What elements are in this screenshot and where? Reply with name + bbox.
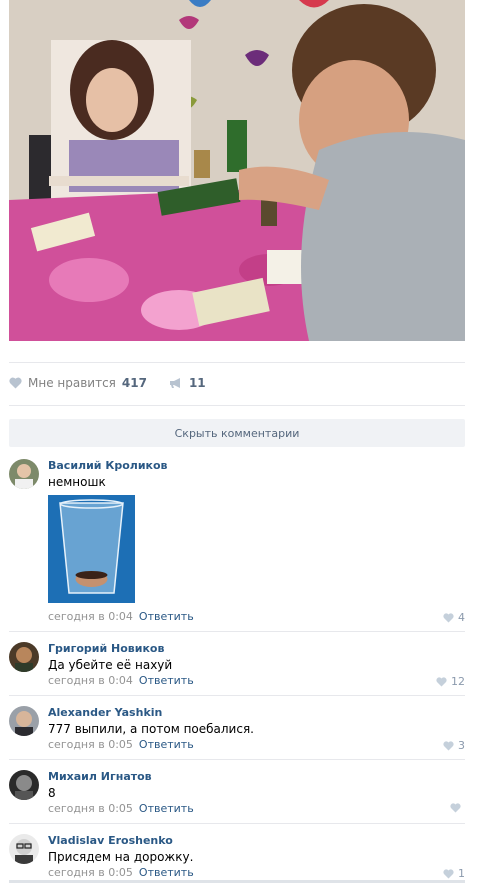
hide-comments-button[interactable]: Скрыть комментарии — [9, 419, 465, 447]
comment-text: Да убейте её нахуй — [48, 658, 173, 672]
avatar[interactable] — [9, 706, 39, 736]
comment-time[interactable]: сегодня в 0:05 — [48, 866, 133, 879]
hide-comments-label: Скрыть комментарии — [174, 426, 300, 440]
divider — [9, 362, 465, 363]
like-count: 417 — [121, 376, 147, 390]
avatar-image — [9, 706, 39, 736]
heart-icon — [443, 612, 454, 622]
post-photo-image — [9, 0, 465, 341]
comment-text: 8 — [48, 786, 56, 800]
comment-like-button[interactable]: 3 — [443, 739, 465, 752]
reply-link[interactable]: Ответить — [139, 802, 194, 815]
divider — [9, 631, 465, 632]
comment-time[interactable]: сегодня в 0:04 — [48, 610, 133, 623]
post-actions: Мне нравится 417 11 — [9, 372, 465, 394]
comment-time[interactable]: сегодня в 0:05 — [48, 802, 133, 815]
avatar-image — [9, 834, 39, 864]
comment-author[interactable]: Vladislav Eroshenko — [48, 834, 173, 847]
comment-like-button[interactable]: 4 — [443, 611, 465, 624]
post-photo[interactable] — [9, 0, 465, 341]
comment-like-count: 3 — [458, 739, 465, 752]
comment-like-button[interactable]: 12 — [436, 675, 465, 688]
comment-meta: сегодня в 0:05 Ответить — [48, 802, 194, 815]
divider — [9, 823, 465, 824]
comment-text: 777 выпили, а потом поебалися. — [48, 722, 254, 736]
comment-time[interactable]: сегодня в 0:04 — [48, 674, 133, 687]
comment-like-count: 1 — [458, 867, 465, 880]
comment: Vladislav Eroshenko Присядем на дорожку.… — [9, 834, 465, 880]
avatar[interactable] — [9, 459, 39, 489]
reply-link[interactable]: Ответить — [139, 738, 194, 751]
avatar[interactable] — [9, 642, 39, 672]
like-button[interactable]: Мне нравится 417 — [9, 376, 147, 390]
comment-author[interactable]: Михаил Игнатов — [48, 770, 152, 783]
reply-link[interactable]: Ответить — [139, 674, 194, 687]
comment-meta: сегодня в 0:04 Ответить — [48, 610, 194, 623]
comment-like-count: 12 — [451, 675, 465, 688]
comment-like-button[interactable] — [450, 803, 465, 813]
comment-meta: сегодня в 0:05 Ответить — [48, 866, 194, 879]
comment-author[interactable]: Василий Кроликов — [48, 459, 168, 472]
comment-meta: сегодня в 0:05 Ответить — [48, 738, 194, 751]
avatar-image — [9, 459, 39, 489]
cup-photo — [48, 495, 135, 603]
divider — [9, 759, 465, 760]
avatar[interactable] — [9, 770, 39, 800]
comment: Михаил Игнатов 8 сегодня в 0:05 Ответить — [9, 770, 465, 820]
divider — [9, 405, 465, 406]
comment-time[interactable]: сегодня в 0:05 — [48, 738, 133, 751]
comment-author[interactable]: Alexander Yashkin — [48, 706, 162, 719]
comment-text: Присядем на дорожку. — [48, 850, 194, 864]
like-label: Мне нравится — [28, 376, 116, 390]
comment-like-count: 4 — [458, 611, 465, 624]
comment-like-button[interactable]: 1 — [443, 867, 465, 880]
avatar-image — [9, 770, 39, 800]
comment-text: немношк — [48, 475, 106, 489]
heart-icon — [443, 868, 454, 878]
comment: Alexander Yashkin 777 выпили, а потом по… — [9, 706, 465, 756]
divider — [9, 695, 465, 696]
reply-link[interactable]: Ответить — [139, 866, 194, 879]
comment-meta: сегодня в 0:04 Ответить — [48, 674, 194, 687]
heart-icon — [443, 740, 454, 750]
comment-author[interactable]: Григорий Новиков — [48, 642, 164, 655]
avatar[interactable] — [9, 834, 39, 864]
comment: Василий Кроликов немношк сегодня в 0:04 О… — [9, 459, 465, 629]
reply-link[interactable]: Ответить — [139, 610, 194, 623]
heart-icon — [9, 377, 22, 389]
comment-photo-attachment[interactable] — [48, 495, 135, 603]
megaphone-icon — [169, 378, 180, 388]
avatar-image — [9, 642, 39, 672]
comment: Григорий Новиков Да убейте её нахуй сего… — [9, 642, 465, 692]
heart-icon — [436, 676, 447, 686]
share-count: 11 — [188, 376, 206, 390]
heart-icon — [450, 803, 461, 813]
share-button[interactable]: 11 — [169, 376, 206, 390]
